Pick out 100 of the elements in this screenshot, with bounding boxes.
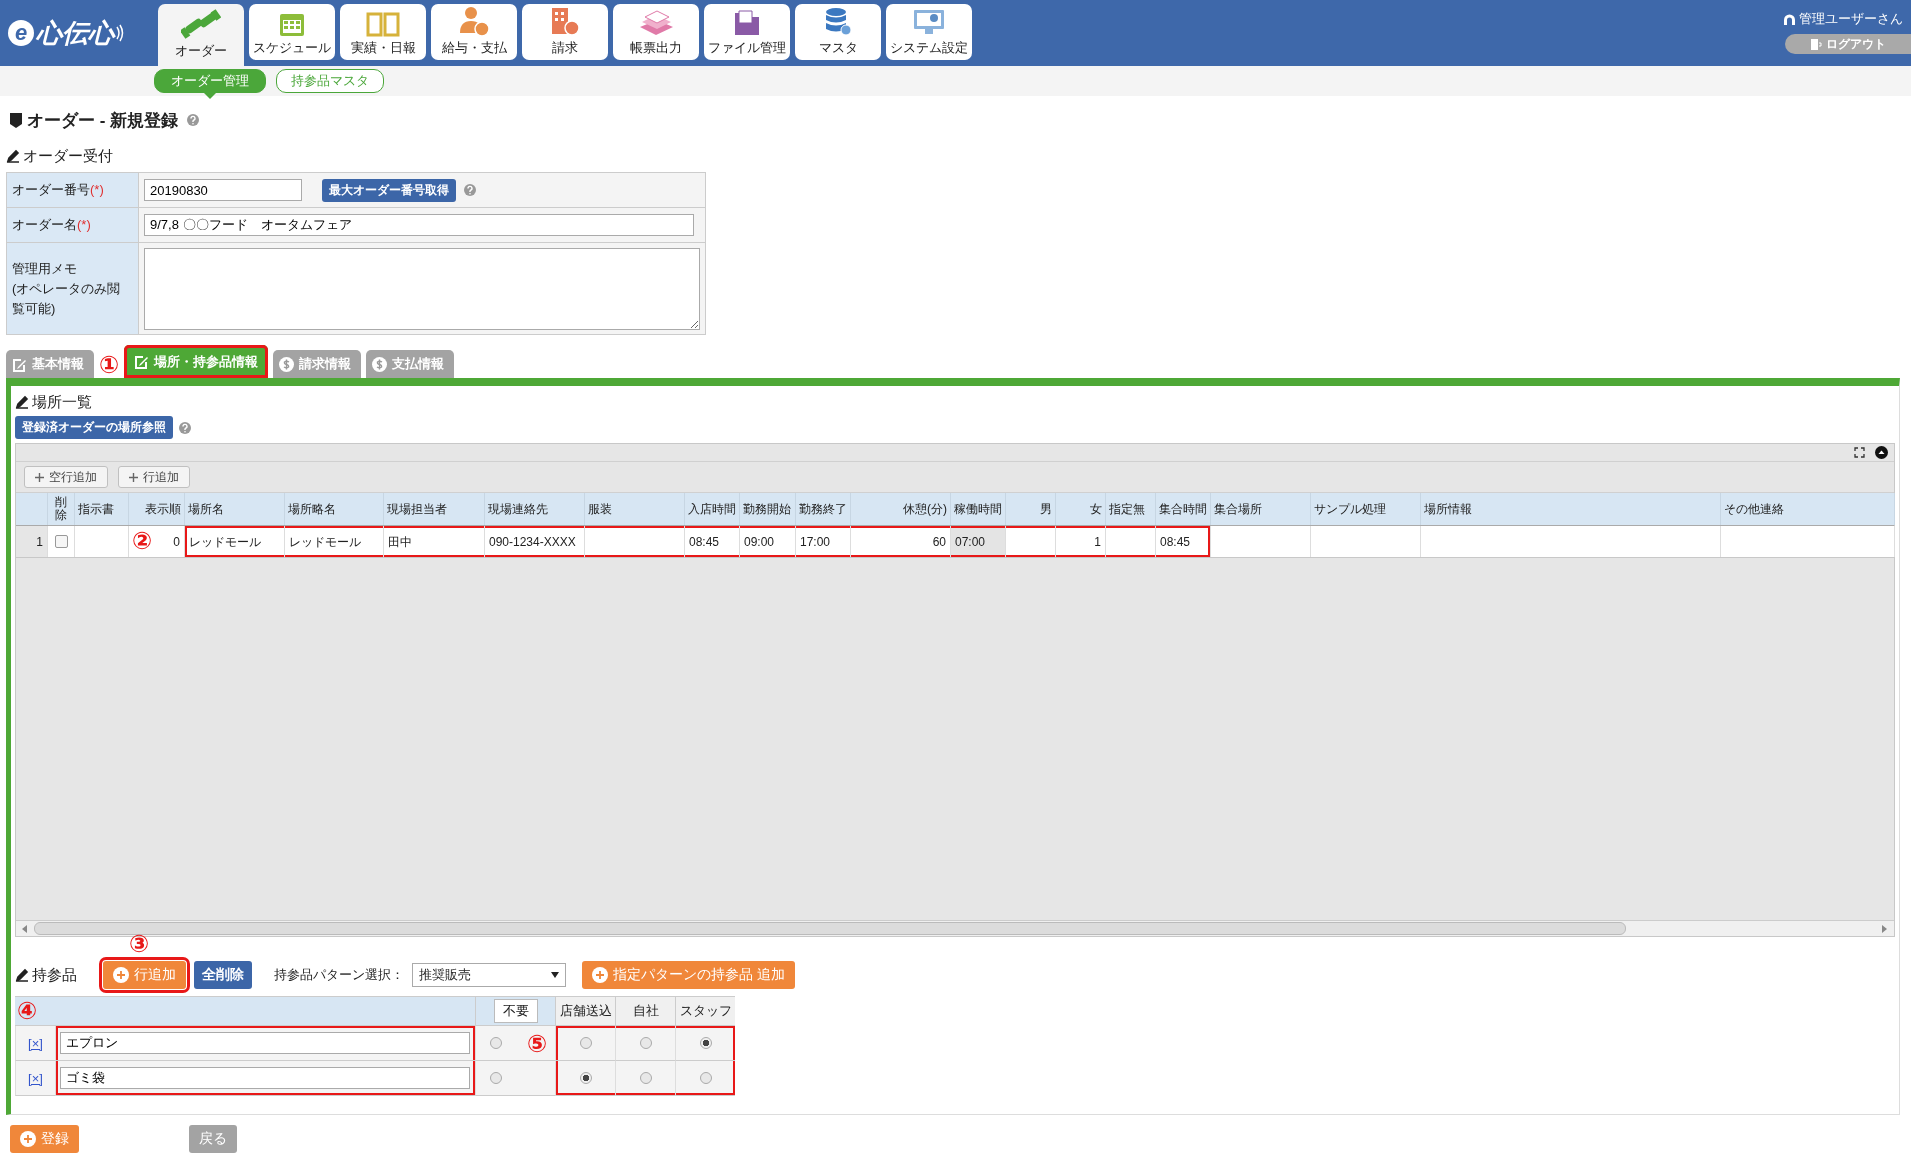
- delete-link[interactable]: [×]: [28, 1070, 43, 1086]
- add-row-button[interactable]: 行追加: [118, 466, 190, 488]
- text-field[interactable]: 20190830: [144, 179, 302, 201]
- column-header: 削除: [54, 496, 68, 522]
- table-cell: 09:00: [740, 526, 796, 557]
- required-mark: (*): [77, 217, 91, 232]
- help-icon[interactable]: [187, 114, 200, 126]
- plus-icon: [129, 472, 138, 482]
- expand-icon[interactable]: [1854, 447, 1865, 458]
- field-note: (オペレータのみ閲覧可能): [12, 279, 122, 318]
- table-cell: レッドモール: [185, 526, 285, 557]
- column-header: 集合場所: [1214, 502, 1262, 516]
- nav-tab[interactable]: 帳票出力: [613, 4, 699, 60]
- callout-number: ②: [132, 528, 153, 554]
- column-header: その他連絡: [1724, 502, 1784, 516]
- building-coin-icon: [549, 5, 581, 37]
- section-title: 持参品: [32, 965, 77, 985]
- plus-circle-icon: [592, 967, 608, 983]
- logo-text: 心伝心: [36, 16, 114, 50]
- folder-icon: [732, 9, 762, 37]
- field-label: オーダー番号: [12, 182, 90, 197]
- column-header: 勤務開始: [743, 502, 791, 516]
- plus-icon: [35, 472, 44, 482]
- nav-tab[interactable]: マスタ: [795, 4, 881, 60]
- column-header: 店舗送込: [559, 1002, 612, 1020]
- radio-button[interactable]: [490, 1072, 502, 1084]
- nav-tab[interactable]: 実績・日報: [340, 4, 426, 60]
- callout-number: ①: [99, 352, 120, 378]
- column-header: 稼働時間: [954, 502, 1002, 516]
- field-label: 管理用メモ: [12, 260, 77, 276]
- item-name-field[interactable]: ゴミ袋: [60, 1067, 470, 1089]
- user-name: 管理ユーザーさん: [1799, 10, 1903, 28]
- pencil-icon: [6, 149, 20, 163]
- nav-tab[interactable]: 給与・支払: [431, 4, 517, 60]
- column-header: 不要: [493, 999, 538, 1023]
- clear-all-button[interactable]: 全削除: [194, 961, 252, 989]
- section-title: オーダー受付: [23, 146, 113, 166]
- radio-button[interactable]: [490, 1037, 502, 1049]
- column-header: 休憩(分): [903, 502, 947, 516]
- selection-pointer: [204, 93, 216, 99]
- table-cell: 08:45: [685, 526, 740, 557]
- column-header: 表示順: [145, 502, 181, 516]
- item-name-field[interactable]: エプロン: [60, 1032, 470, 1054]
- column-header: 現場連絡先: [488, 502, 548, 516]
- scroll-left-icon[interactable]: [22, 924, 28, 933]
- collapse-icon[interactable]: [1875, 446, 1888, 459]
- nav-tab[interactable]: スケジュール: [249, 4, 335, 60]
- edit-icon: [134, 354, 150, 369]
- field-label: オーダー名: [12, 217, 77, 232]
- book-icon: [366, 11, 400, 37]
- radio-button[interactable]: [639, 1072, 652, 1084]
- table-cell: 17:00: [796, 526, 851, 557]
- column-header: 女: [1090, 502, 1102, 516]
- callout-number: ⑤: [527, 1031, 548, 1057]
- delete-checkbox[interactable]: [54, 535, 68, 548]
- max-number-button[interactable]: 最大オーダー番号取得: [322, 178, 456, 202]
- table-cell: 07:00: [951, 526, 1006, 557]
- required-mark: (*): [90, 182, 104, 197]
- radio-button[interactable]: [699, 1072, 712, 1084]
- radio-button[interactable]: [639, 1037, 652, 1049]
- column-header: 場所名: [188, 502, 224, 516]
- page-title: オーダー - 新規登録: [27, 109, 179, 132]
- table-cell: レッドモール: [285, 526, 384, 557]
- scroll-right-icon[interactable]: [1882, 924, 1888, 933]
- delete-link[interactable]: [×]: [28, 1035, 43, 1051]
- sound-waves-icon: [116, 24, 124, 42]
- database-icon: [824, 7, 852, 37]
- text-field[interactable]: 9/7,8 〇〇フード オータムフェア: [144, 214, 694, 236]
- horizontal-scrollbar[interactable]: [16, 920, 1894, 936]
- table-cell: 08:45: [1156, 526, 1211, 557]
- edit-icon: [12, 356, 27, 372]
- table-cell: 60: [851, 526, 951, 557]
- column-header: 服装: [588, 502, 612, 516]
- radio-button[interactable]: [579, 1072, 592, 1084]
- help-icon[interactable]: [464, 184, 476, 196]
- nav-tab[interactable]: オーダー: [158, 4, 244, 66]
- column-header: 集合時間: [1159, 502, 1207, 516]
- nav-tab[interactable]: システム設定: [886, 4, 972, 60]
- pencil-icon: [15, 395, 29, 409]
- column-header: 場所略名: [288, 502, 336, 516]
- column-header: 指定無: [1109, 502, 1145, 516]
- column-header: サンプル処理: [1314, 502, 1386, 516]
- section-title: 場所一覧: [32, 392, 92, 412]
- shield-icon: [10, 112, 22, 128]
- pattern-select[interactable]: 推奨販売: [412, 963, 566, 987]
- radio-button[interactable]: [699, 1037, 712, 1049]
- dollar-icon: [372, 356, 388, 372]
- table-cell: 田中: [384, 526, 485, 557]
- table-cell: 090-1234-XXXX: [485, 526, 585, 557]
- column-header: 入店時間: [688, 502, 736, 516]
- help-icon[interactable]: [179, 421, 191, 434]
- memo-field[interactable]: [144, 247, 700, 330]
- nav-tab[interactable]: ファイル管理: [704, 4, 790, 60]
- nav-tab[interactable]: 請求: [522, 4, 608, 60]
- add-row-button[interactable]: 空行追加: [24, 466, 108, 488]
- door-icon: [1810, 37, 1822, 51]
- person-coin-icon: [458, 5, 490, 37]
- radio-button[interactable]: [579, 1037, 592, 1049]
- user-icon: [1783, 12, 1796, 26]
- place-reference-button[interactable]: 登録済オーダーの場所参照: [15, 416, 173, 439]
